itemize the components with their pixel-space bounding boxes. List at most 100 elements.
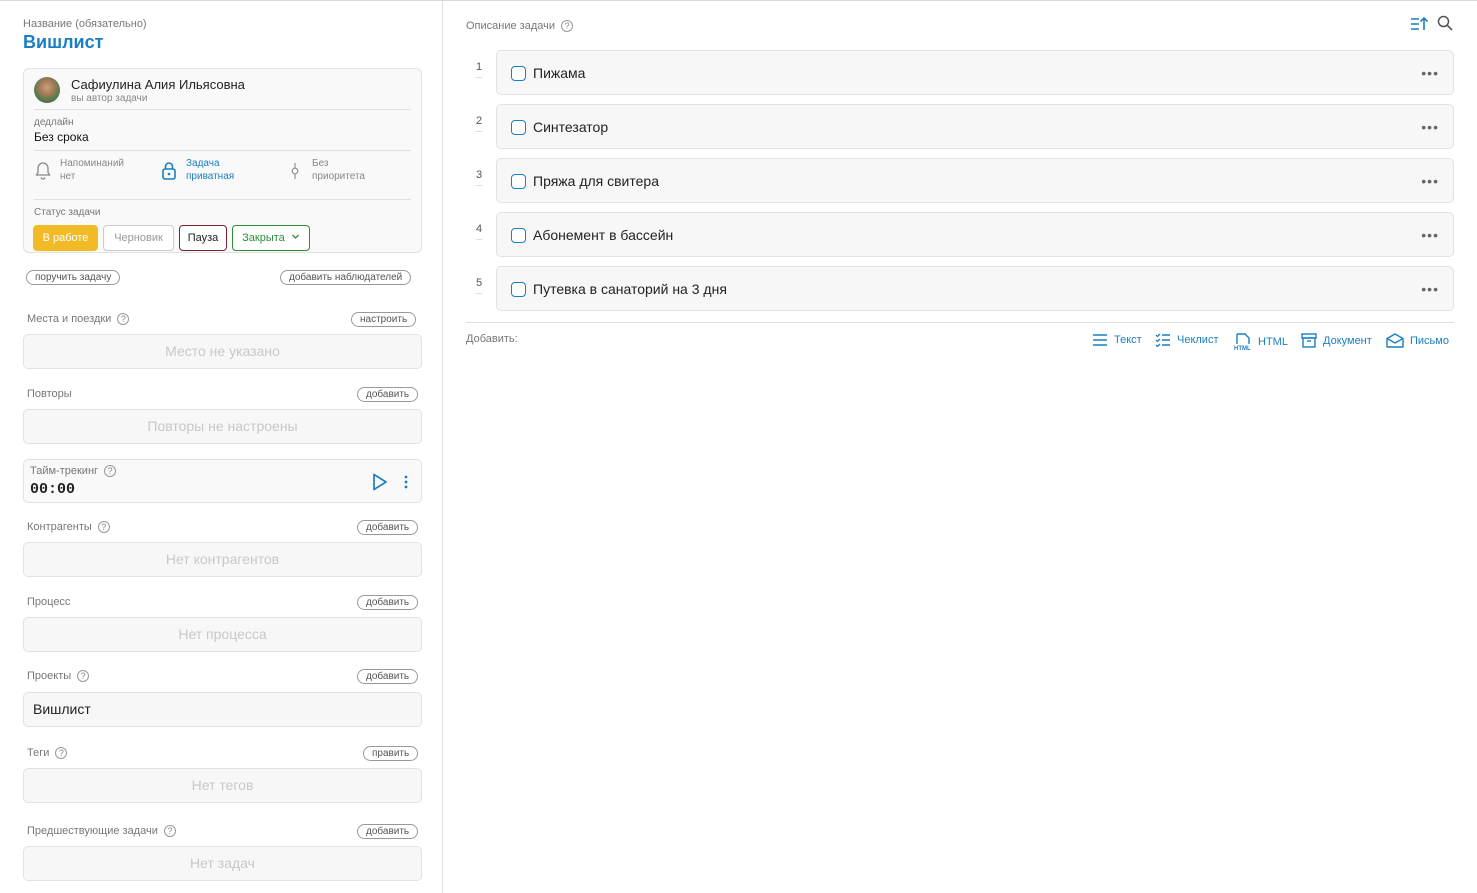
add-document-button[interactable]: Документ xyxy=(1301,333,1372,348)
tags-edit-button[interactable]: править xyxy=(363,746,419,761)
checkbox[interactable] xyxy=(511,66,526,81)
status-draft-button[interactable]: Черновик xyxy=(103,225,174,251)
help-icon[interactable]: ? xyxy=(163,825,176,837)
svg-text:HTML: HTML xyxy=(1234,346,1251,351)
row-number[interactable]: 4... xyxy=(472,224,486,242)
checklist-item[interactable]: Абонемент в бассейн ••• xyxy=(496,212,1454,257)
deadline-value[interactable]: Без срока xyxy=(34,130,89,144)
checklist-item[interactable]: Синтезатор ••• xyxy=(496,104,1454,149)
priority-icon xyxy=(291,163,299,179)
add-watchers-button[interactable]: добавить наблюдателей xyxy=(280,270,412,285)
checklist-item-text[interactable]: Абонемент в бассейн xyxy=(533,227,673,243)
more-horizontal-icon[interactable]: ••• xyxy=(1421,65,1439,81)
reminders-option[interactable]: Напоминаний нет xyxy=(34,157,144,185)
predecessors-label: Предшествующие задачи? xyxy=(27,825,176,837)
add-html-button[interactable]: HTML HTML xyxy=(1234,333,1288,351)
projects-field[interactable]: Вишлист xyxy=(23,692,422,727)
priority-option[interactable]: Без приоритета xyxy=(286,157,386,185)
bell-icon xyxy=(35,162,51,180)
checklist-icon xyxy=(1155,333,1170,347)
lock-icon xyxy=(162,162,176,180)
priority-line2: приоритета xyxy=(312,171,365,182)
add-text-button[interactable]: Текст xyxy=(1092,333,1142,347)
time-tracking-panel: Тайм-трекинг? 00:00 xyxy=(23,459,422,503)
time-tracking-label: Тайм-трекинг? xyxy=(30,465,117,477)
checklist-item[interactable]: Путевка в санаторий на 3 дня ••• xyxy=(496,266,1454,311)
task-description-panel: Описание задачи? 1... Пижама ••• 2... Си… xyxy=(444,1,1477,893)
more-vertical-icon[interactable] xyxy=(402,474,410,490)
description-label: Описание задачи? xyxy=(466,20,573,32)
divider xyxy=(34,150,411,151)
checklist-item-text[interactable]: Путевка в санаторий на 3 дня xyxy=(533,281,727,297)
status-closed-label: Закрыта xyxy=(242,232,285,244)
predecessors-field[interactable]: Нет задач xyxy=(23,846,422,881)
search-icon[interactable] xyxy=(1437,15,1453,31)
envelope-icon xyxy=(1386,333,1404,348)
row-number[interactable]: 5... xyxy=(472,278,486,296)
help-icon[interactable]: ? xyxy=(77,670,90,682)
checkbox[interactable] xyxy=(511,174,526,189)
row-number[interactable]: 3... xyxy=(472,170,486,188)
projects-add-button[interactable]: добавить xyxy=(357,669,419,684)
add-block-label: Добавить: xyxy=(466,333,518,345)
predecessors-label-text: Предшествующие задачи xyxy=(27,825,158,837)
checkbox[interactable] xyxy=(511,282,526,297)
repeats-label: Повторы xyxy=(27,388,72,400)
contractors-field[interactable]: Нет контрагентов xyxy=(23,542,422,577)
tags-label-text: Теги xyxy=(27,747,50,759)
assign-task-button[interactable]: поручить задачу xyxy=(26,270,121,285)
process-field[interactable]: Нет процесса xyxy=(23,617,422,652)
checkbox[interactable] xyxy=(511,120,526,135)
checklist-item[interactable]: Пижама ••• xyxy=(496,50,1454,95)
divider xyxy=(466,322,1454,323)
help-icon[interactable]: ? xyxy=(97,521,110,533)
task-sidebar: Название (обязательно) Вишлист Сафиулина… xyxy=(0,1,443,893)
status-pause-button[interactable]: Пауза xyxy=(179,225,227,251)
html-file-icon: HTML xyxy=(1234,333,1251,351)
process-add-button[interactable]: добавить xyxy=(357,595,419,610)
more-horizontal-icon[interactable]: ••• xyxy=(1421,281,1439,297)
more-horizontal-icon[interactable]: ••• xyxy=(1421,227,1439,243)
status-closed-dropdown[interactable]: Закрыта xyxy=(232,225,310,251)
projects-label: Проекты? xyxy=(27,670,90,682)
tags-field[interactable]: Нет тегов xyxy=(23,768,422,803)
row-number[interactable]: 1... xyxy=(472,62,486,80)
checklist-item-text[interactable]: Пижама xyxy=(533,65,585,81)
more-horizontal-icon[interactable]: ••• xyxy=(1421,119,1439,135)
projects-label-text: Проекты xyxy=(27,670,72,682)
task-title[interactable]: Вишлист xyxy=(23,32,103,53)
help-icon[interactable]: ? xyxy=(55,747,68,759)
help-icon[interactable]: ? xyxy=(561,20,573,32)
add-html-label: HTML xyxy=(1258,336,1288,348)
task-page: Название (обязательно) Вишлист Сафиулина… xyxy=(0,0,1477,893)
play-icon[interactable] xyxy=(371,472,389,492)
add-document-label: Документ xyxy=(1323,334,1372,347)
checklist-item-text[interactable]: Пряжа для свитера xyxy=(533,173,659,189)
tags-label: Теги? xyxy=(27,747,68,759)
checklist-item-text[interactable]: Синтезатор xyxy=(533,119,608,135)
help-icon[interactable]: ? xyxy=(104,465,117,477)
contractors-add-button[interactable]: добавить xyxy=(357,520,419,535)
archive-icon xyxy=(1301,333,1317,348)
sort-icon[interactable] xyxy=(1410,16,1428,32)
task-name-label: Название (обязательно) xyxy=(23,18,147,30)
privacy-option[interactable]: Задача приватная xyxy=(160,157,260,185)
help-icon[interactable]: ? xyxy=(117,313,130,325)
more-horizontal-icon[interactable]: ••• xyxy=(1421,173,1439,189)
predecessors-add-button[interactable]: добавить xyxy=(357,824,419,839)
checkbox[interactable] xyxy=(511,228,526,243)
avatar[interactable] xyxy=(34,77,60,103)
reminders-line2: нет xyxy=(60,171,76,182)
repeats-field[interactable]: Повторы не настроены xyxy=(23,409,422,444)
repeats-add-button[interactable]: добавить xyxy=(357,387,419,402)
divider xyxy=(34,199,411,200)
status-in-progress-button[interactable]: В работе xyxy=(33,225,98,251)
add-checklist-button[interactable]: Чеклист xyxy=(1155,333,1219,347)
deadline-label: дедлайн xyxy=(34,117,74,128)
add-letter-button[interactable]: Письмо xyxy=(1386,333,1449,348)
places-field[interactable]: Место не указано xyxy=(23,334,422,369)
row-number[interactable]: 2... xyxy=(472,116,486,134)
places-configure-button[interactable]: настроить xyxy=(351,312,417,327)
checklist-item[interactable]: Пряжа для свитера ••• xyxy=(496,158,1454,203)
priority-line1: Без xyxy=(312,158,329,169)
